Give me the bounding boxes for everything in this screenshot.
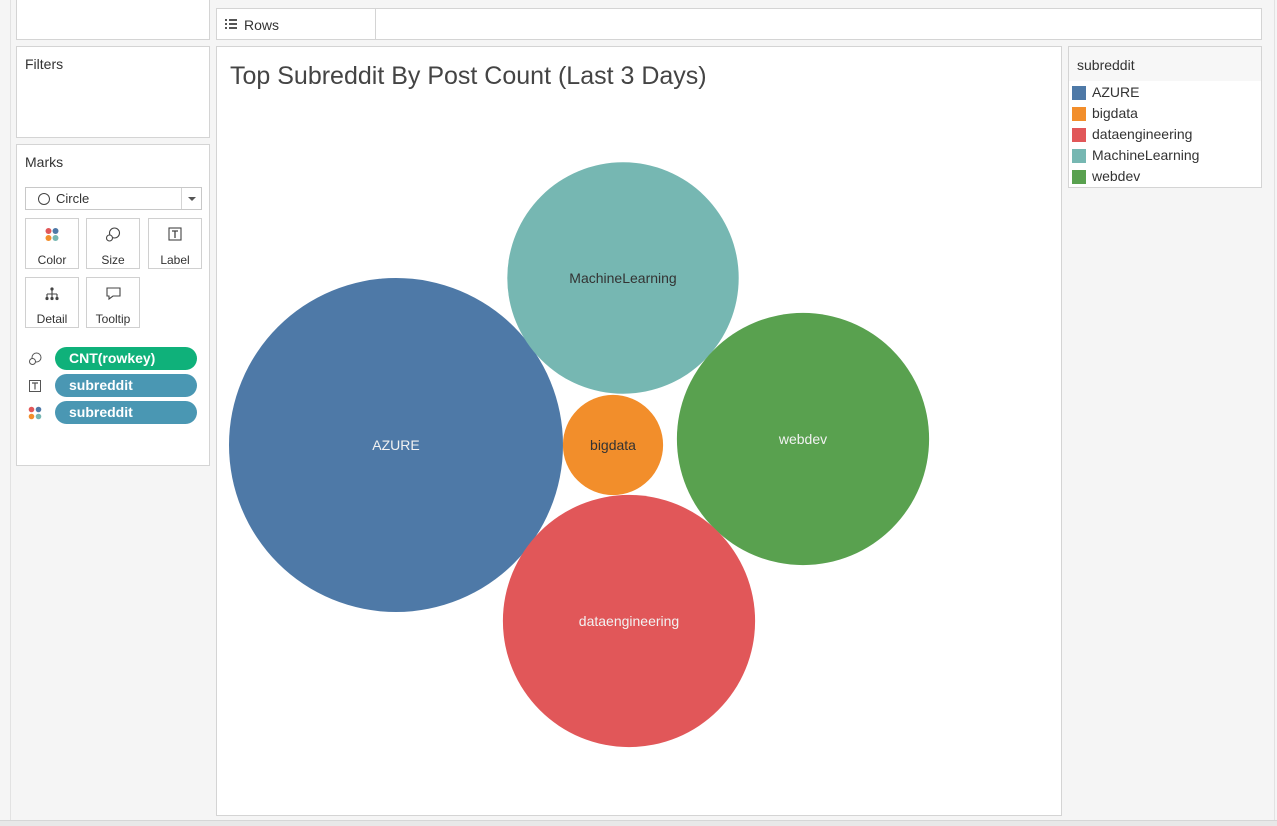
label-button-label: Label [160,253,190,267]
bubble-label: dataengineering [579,613,679,629]
legend-label: bigdata [1092,105,1138,121]
marks-card: Marks Circle Color Size Label Detail Too… [16,144,210,466]
mark-type-value: Circle [56,191,90,206]
size-button[interactable]: Size [86,218,140,269]
color-dots-icon [28,406,42,420]
color-field-pill-row: subreddit [25,401,200,425]
bubble-label: webdev [778,431,827,447]
tooltip-button[interactable]: Tooltip [86,277,140,328]
legend-label: MachineLearning [1092,147,1200,163]
rows-list-icon [225,19,237,30]
chevron-down-icon[interactable] [188,197,196,201]
bubble-chart: AZURE MachineLearning webdev dataengineerin… [229,162,930,748]
cnt-rowkey-pill[interactable]: CNT(rowkey) [55,347,197,370]
legend-item[interactable]: bigdata [1072,104,1260,124]
bottom-tab-bar [0,820,1277,826]
left-edge-divider [10,0,11,825]
bubble-label: MachineLearning [569,270,676,286]
legend-item[interactable]: webdev [1072,167,1260,187]
label-button[interactable]: Label [148,218,202,269]
detail-button[interactable]: Detail [25,277,79,328]
filters-title: Filters [25,56,64,72]
legend-label: dataengineering [1092,126,1193,142]
label-text-icon [29,380,41,392]
color-button[interactable]: Color [25,218,79,269]
legend-swatch [1072,170,1086,184]
detail-button-label: Detail [36,312,68,326]
pages-card [16,0,210,40]
bubble-label: bigdata [590,437,636,453]
legend-header: subreddit [1069,47,1261,81]
filters-card[interactable]: Filters [16,46,210,138]
viz-canvas: Top Subreddit By Post Count (Last 3 Days… [216,46,1062,816]
color-dots-icon [45,228,59,241]
subreddit-label-pill[interactable]: subreddit [55,374,197,397]
marks-title: Marks [25,154,64,170]
legend-title: subreddit [1077,57,1135,73]
rows-shelf-drop-zone[interactable] [375,8,1262,40]
detail-hierarchy-icon [45,287,59,301]
legend-label: webdev [1092,168,1141,184]
tooltip-bubble-icon [106,287,121,301]
size-field-pill-row: CNT(rowkey) [25,347,200,371]
rows-shelf-label: Rows [244,17,280,33]
label-field-pill-row: subreddit [25,374,200,398]
color-legend: subreddit AZURE bigdata dataengineering Mac… [1068,46,1262,188]
legend-label: AZURE [1092,84,1140,100]
mark-type-dropdown[interactable]: Circle [25,187,202,210]
size-circles-icon [29,352,42,365]
legend-swatch [1072,149,1086,163]
label-text-icon [168,227,182,241]
legend-item[interactable]: dataengineering [1072,125,1260,145]
size-circles-icon [105,227,121,242]
legend-swatch [1072,86,1086,100]
legend-item[interactable]: AZURE [1072,83,1260,103]
right-edge-divider [1274,0,1275,825]
size-button-label: Size [101,253,125,267]
circle-mark-icon [38,193,50,205]
color-button-label: Color [37,253,67,267]
bubble-label: AZURE [372,437,419,453]
subreddit-color-pill[interactable]: subreddit [55,401,197,424]
legend-swatch [1072,128,1086,142]
legend-swatch [1072,107,1086,121]
tooltip-button-label: Tooltip [95,312,131,326]
rows-shelf-header: Rows [216,8,376,40]
legend-item[interactable]: MachineLearning [1072,146,1260,166]
